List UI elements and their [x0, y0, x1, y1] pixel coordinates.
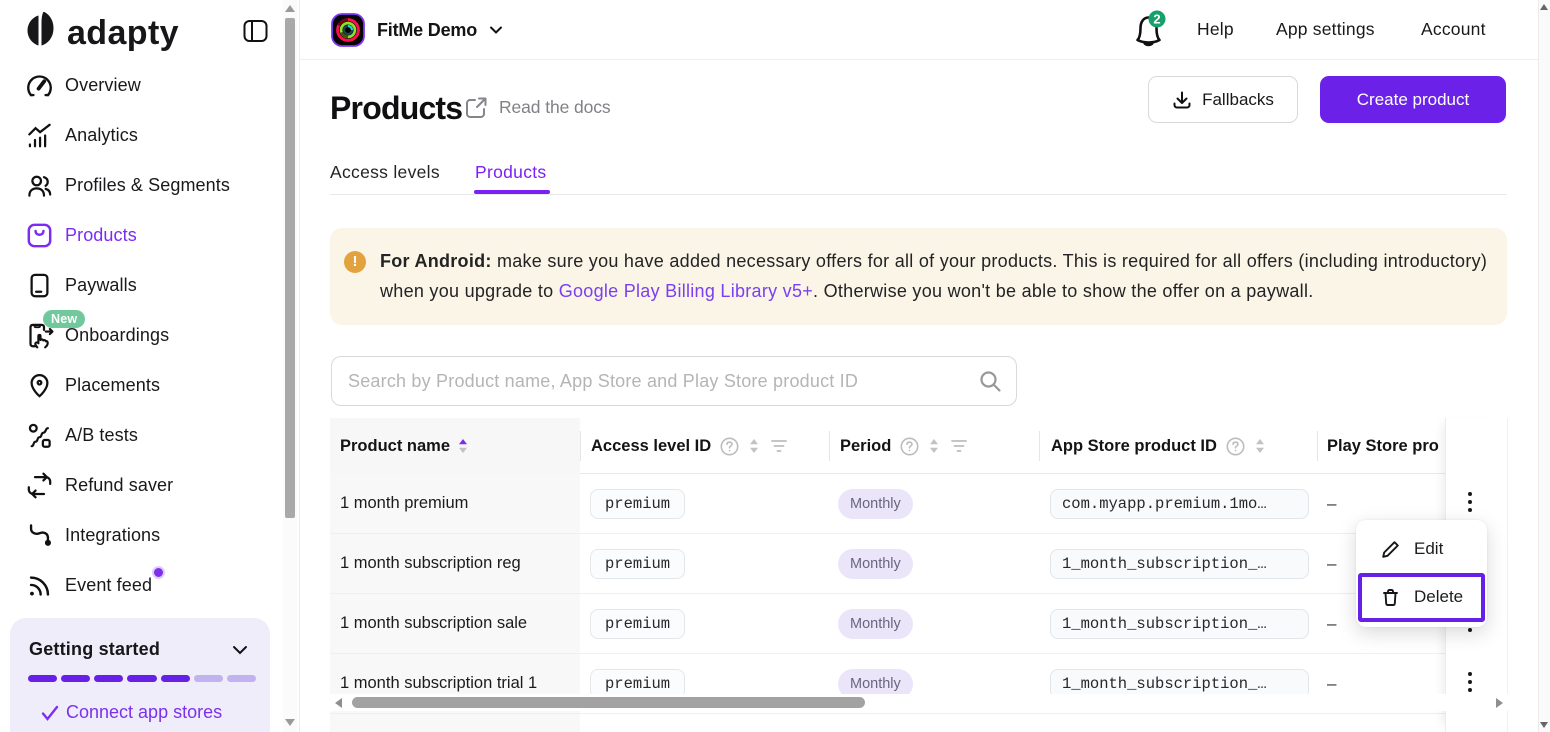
- svg-text:2: 2: [1153, 12, 1160, 27]
- svg-text:adapty: adapty: [67, 14, 179, 52]
